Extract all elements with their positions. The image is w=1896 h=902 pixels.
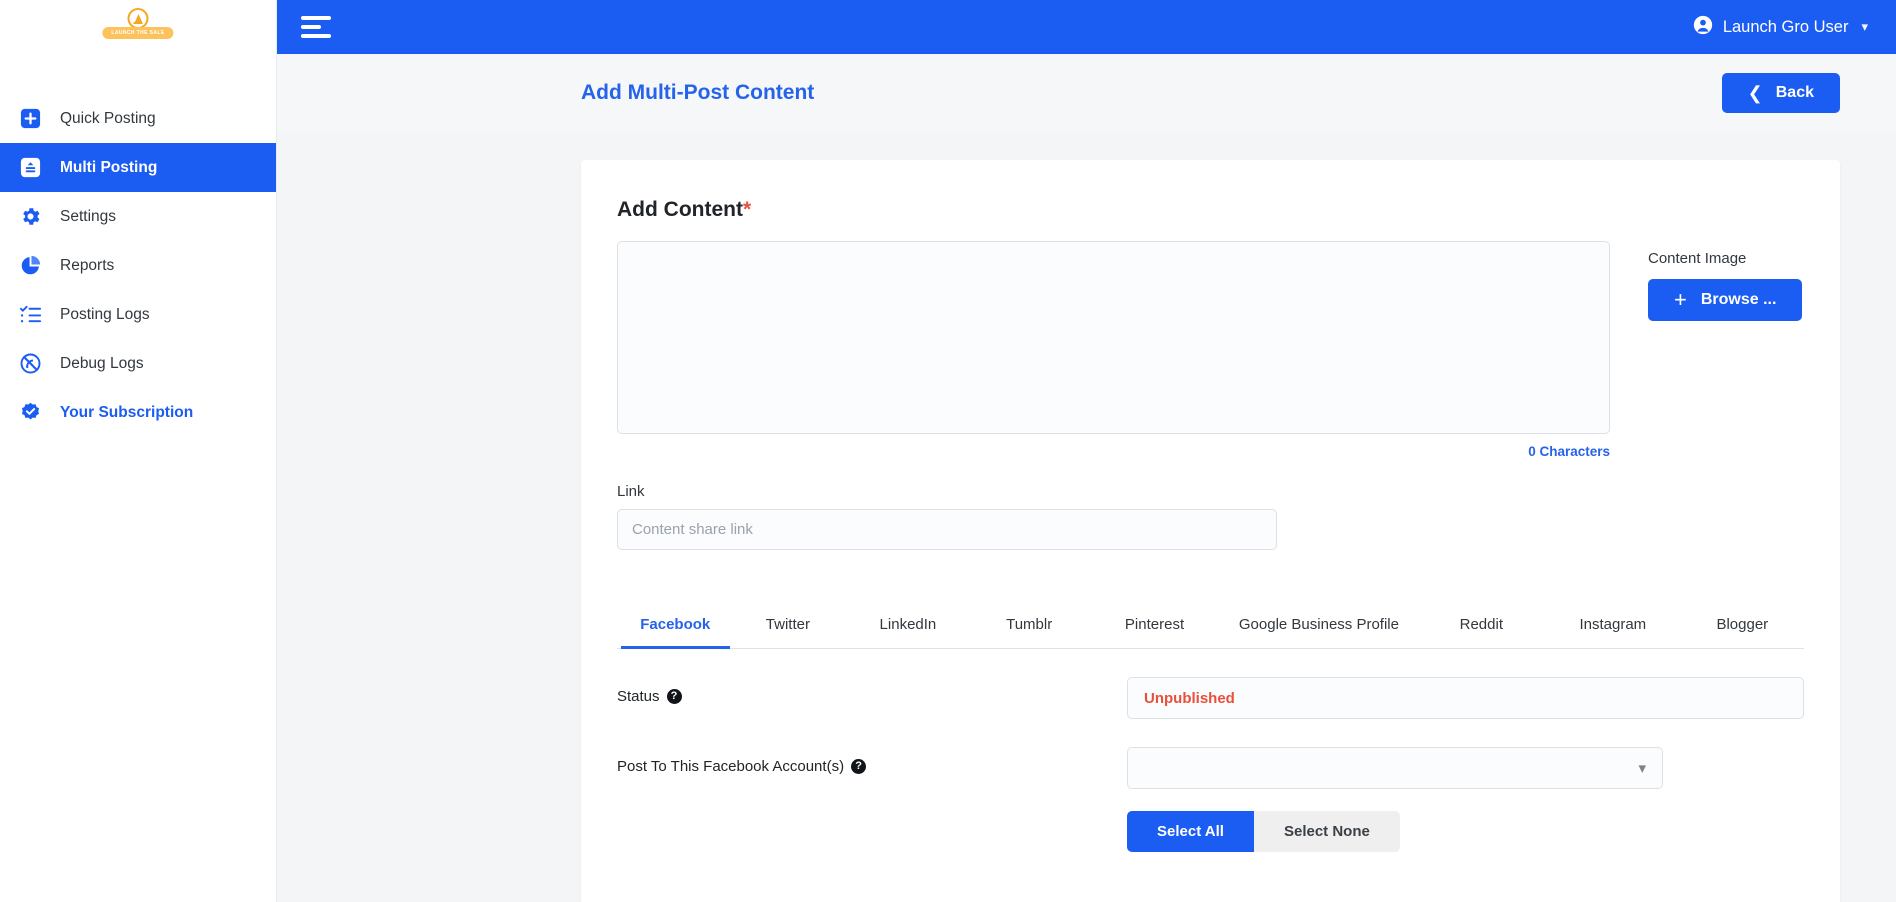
- facebook-accounts-select[interactable]: ▾: [1127, 747, 1663, 789]
- main-area: Launch Gro User ▾ Add Multi-Post Content…: [277, 0, 1896, 902]
- sidebar-item-quick-posting[interactable]: Quick Posting: [0, 94, 276, 143]
- sidebar-item-debug-logs[interactable]: Debug Logs: [0, 339, 276, 388]
- sidebar-item-label: Settings: [60, 207, 117, 225]
- gear-icon: [18, 204, 43, 229]
- tab-reddit[interactable]: Reddit: [1418, 608, 1545, 649]
- tab-linkedin[interactable]: LinkedIn: [846, 608, 969, 649]
- status-label-wrap: Status ?: [617, 677, 1127, 705]
- sidebar-nav: Quick Posting Multi Posting Settings Rep…: [0, 94, 276, 437]
- add-content-card: Add Content* 0 Characters Link Content I…: [581, 160, 1840, 902]
- pie-chart-icon: [18, 253, 43, 278]
- top-navbar: Launch Gro User ▾: [277, 0, 1896, 54]
- content-image-column: Content Image + Browse ...: [1620, 241, 1803, 550]
- content-area: Add Content* 0 Characters Link Content I…: [277, 132, 1896, 902]
- status-field: Unpublished: [1127, 677, 1804, 719]
- sidebar: LAUNCH THE SALE Quick Posting Multi Post…: [0, 0, 277, 902]
- sidebar-item-multi-posting[interactable]: Multi Posting: [0, 143, 276, 192]
- sidebar-item-reports[interactable]: Reports: [0, 241, 276, 290]
- sidebar-item-settings[interactable]: Settings: [0, 192, 276, 241]
- brand-logo[interactable]: LAUNCH THE SALE: [0, 0, 276, 58]
- sidebar-item-label: Posting Logs: [60, 305, 150, 323]
- platform-tabs: Facebook Twitter LinkedIn Tumblr Pintere…: [617, 608, 1804, 649]
- content-left-column: 0 Characters Link: [617, 241, 1620, 550]
- sidebar-item-label: Quick Posting: [60, 109, 156, 127]
- tab-facebook[interactable]: Facebook: [621, 608, 730, 649]
- multi-post-icon: [18, 155, 43, 180]
- tab-blogger[interactable]: Blogger: [1681, 608, 1804, 649]
- back-button-label: Back: [1775, 84, 1814, 101]
- user-menu[interactable]: Launch Gro User ▾: [1692, 14, 1868, 41]
- selection-buttons: Select All Select None: [1127, 811, 1804, 852]
- link-label: Link: [617, 483, 645, 500]
- status-label: Status: [617, 688, 660, 705]
- sidebar-item-label: Multi Posting: [60, 158, 158, 176]
- no-signal-icon: [18, 351, 43, 376]
- plus-icon: +: [1674, 287, 1687, 312]
- logo-mark-icon: [127, 8, 149, 29]
- tab-pinterest[interactable]: Pinterest: [1089, 608, 1221, 649]
- browse-button[interactable]: + Browse ...: [1648, 279, 1803, 321]
- chevron-down-icon: ▾: [1638, 760, 1646, 777]
- select-all-button[interactable]: Select All: [1127, 811, 1254, 852]
- select-none-button[interactable]: Select None: [1253, 811, 1400, 852]
- sidebar-item-your-subscription[interactable]: Your Subscription: [0, 388, 276, 437]
- tab-instagram[interactable]: Instagram: [1545, 608, 1681, 649]
- page-header: Add Multi-Post Content ❮ Back: [277, 54, 1896, 132]
- chevron-left-icon: ❮: [1747, 82, 1763, 103]
- app-root: LAUNCH THE SALE Quick Posting Multi Post…: [0, 0, 1896, 902]
- status-row: Status ? Unpublished: [617, 677, 1804, 719]
- add-content-label: Add Content: [617, 198, 743, 221]
- character-count: 0 Characters: [1528, 444, 1610, 459]
- verified-badge-icon: [18, 400, 43, 425]
- link-input[interactable]: [617, 509, 1277, 550]
- help-icon[interactable]: ?: [666, 689, 682, 704]
- logo-wordmark: LAUNCH THE SALE: [102, 27, 174, 39]
- tab-tumblr[interactable]: Tumblr: [970, 608, 1089, 649]
- chevron-down-icon: ▾: [1861, 19, 1868, 34]
- hamburger-icon[interactable]: [301, 16, 331, 38]
- add-content-heading: Add Content*: [617, 198, 1804, 222]
- account-circle-icon: [1692, 14, 1714, 41]
- user-name-label: Launch Gro User: [1722, 17, 1849, 36]
- accounts-row: Post To This Facebook Account(s) ? ▾ Sel…: [617, 747, 1804, 852]
- browse-button-label: Browse ...: [1700, 291, 1777, 308]
- accounts-label-wrap: Post To This Facebook Account(s) ?: [617, 747, 1127, 775]
- content-textarea[interactable]: [617, 241, 1610, 434]
- help-icon[interactable]: ?: [851, 759, 867, 774]
- sidebar-item-label: Reports: [60, 256, 115, 274]
- back-button[interactable]: ❮ Back: [1721, 73, 1840, 113]
- content-image-label: Content Image: [1648, 250, 1747, 267]
- page-title: Add Multi-Post Content: [581, 81, 815, 104]
- status-value: Unpublished: [1144, 689, 1235, 707]
- checklist-icon: [18, 302, 43, 327]
- sidebar-item-label: Debug Logs: [60, 354, 144, 372]
- tab-google-business-profile[interactable]: Google Business Profile: [1220, 608, 1417, 649]
- sidebar-item-posting-logs[interactable]: Posting Logs: [0, 290, 276, 339]
- sidebar-item-label: Your Subscription: [60, 403, 194, 421]
- plus-square-icon: [18, 106, 43, 131]
- accounts-label: Post To This Facebook Account(s): [617, 758, 845, 775]
- tab-twitter[interactable]: Twitter: [730, 608, 847, 649]
- required-asterisk: *: [742, 198, 752, 221]
